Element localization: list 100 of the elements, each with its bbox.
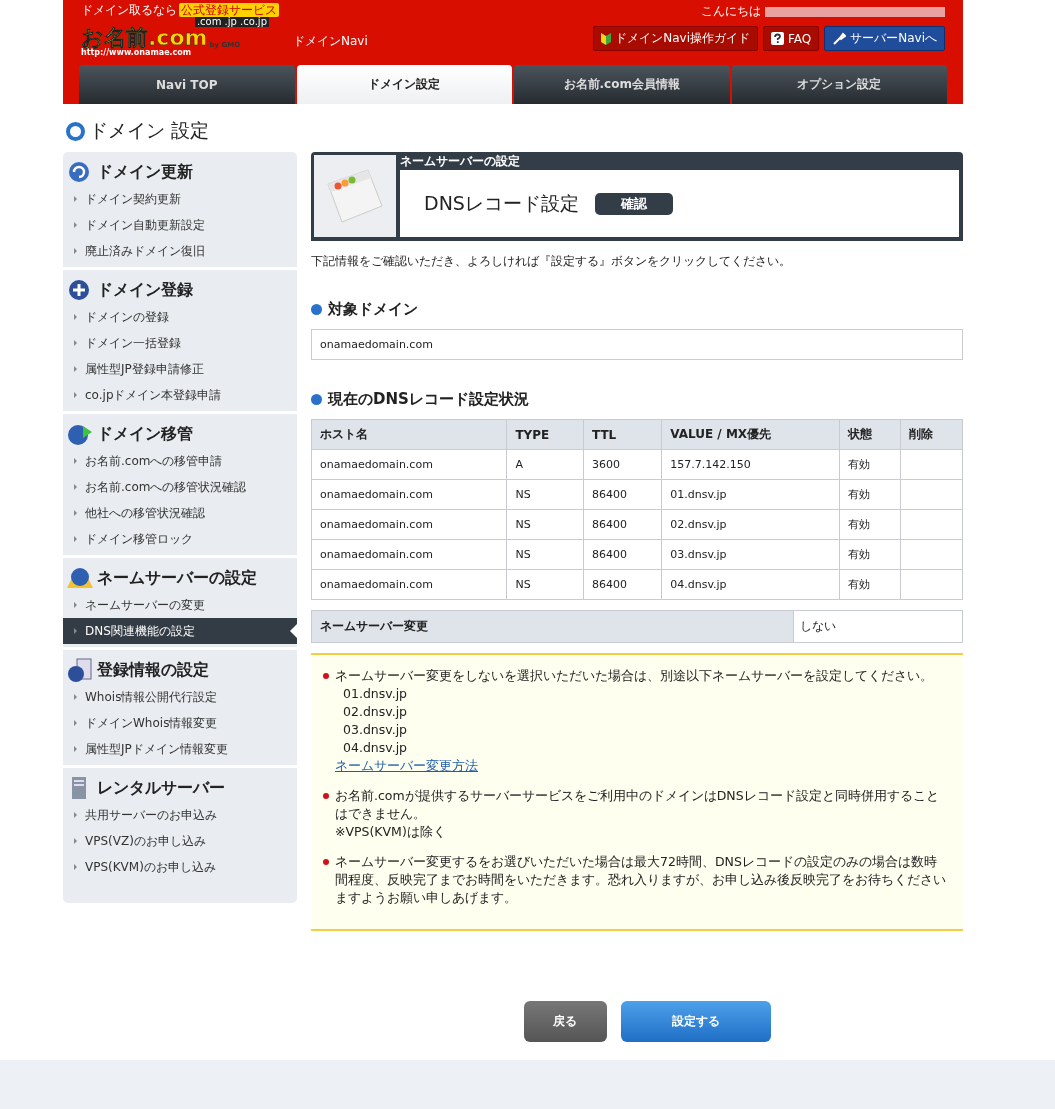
- globe-icon: [67, 566, 93, 590]
- ring-icon: [66, 121, 85, 141]
- section-heading: 対象ドメイン: [328, 300, 418, 319]
- submit-button[interactable]: 設定する: [620, 1001, 771, 1042]
- table-cell: 有効: [839, 539, 901, 570]
- table-cell: A: [506, 449, 584, 480]
- table-cell: 86400: [583, 479, 662, 510]
- sidebar-link[interactable]: DNS関連機能の設定: [63, 618, 297, 644]
- sidebar-link[interactable]: ネームサーバーの変更: [63, 592, 297, 618]
- table-cell: 01.dnsv.jp: [661, 479, 840, 510]
- logo-tagline: ドメイン取るなら: [81, 3, 177, 18]
- section-title: ドメイン更新: [97, 161, 193, 183]
- table-cell: 157.7.142.150: [661, 449, 840, 480]
- column-header: TTL: [583, 419, 662, 450]
- question-icon: [771, 32, 784, 45]
- field-label: ネームサーバー変更: [312, 611, 794, 642]
- nav-tab[interactable]: お名前.com会員情報: [514, 65, 730, 104]
- server-name: 02.dnsv.jp: [342, 703, 409, 721]
- sidebar-link[interactable]: VPS(KVM)のお申し込み: [63, 854, 297, 880]
- table-cell: 02.dnsv.jp: [661, 509, 840, 540]
- instruction-text: 下記情報をご確認いただき、よろしければ『設定する』ボタンをクリックしてください。: [311, 253, 792, 270]
- header-link[interactable]: ドメインNavi操作ガイド: [593, 26, 758, 51]
- sidebar-link[interactable]: 他社への移管状況確認: [63, 500, 297, 526]
- server-name: 04.dnsv.jp: [342, 739, 409, 757]
- note-text: ネームサーバー変更をしないを選択いただいた場合は、別途以下ネームサーバーを設定してください。: [335, 667, 933, 685]
- table-cell: NS: [506, 539, 584, 570]
- server-name: 03.dnsv.jp: [342, 721, 409, 739]
- note-text: ※VPS(KVM)は除く: [335, 823, 447, 841]
- domain-value: onamaedomain.com: [311, 329, 963, 360]
- step-badge: 確認: [594, 192, 673, 215]
- sidebar-link[interactable]: ドメイン移管ロック: [63, 526, 297, 552]
- section-title: ドメイン移管: [97, 423, 193, 445]
- table-cell: 03.dnsv.jp: [661, 539, 840, 570]
- table-cell: 有効: [839, 569, 901, 600]
- sidebar-link[interactable]: ドメインの登録: [63, 304, 297, 330]
- table-cell: 有効: [839, 449, 901, 480]
- sidebar-link[interactable]: お名前.comへの移管状況確認: [63, 474, 297, 500]
- server-name: 01.dnsv.jp: [342, 685, 409, 703]
- note-text: お名前.comが提供するサーバーサービスをご利用中のドメインはDNSレコード設定と同時併用することはできません。: [335, 787, 940, 823]
- table-cell: 有効: [839, 509, 901, 540]
- table-cell: NS: [506, 509, 584, 540]
- sidebar-link[interactable]: 属性型JP登録申請修正: [63, 356, 297, 382]
- wrench-icon: [832, 31, 847, 46]
- sidebar-link[interactable]: ドメイン一括登録: [63, 330, 297, 356]
- column-header: ホスト名: [311, 419, 507, 450]
- table-cell: 04.dnsv.jp: [661, 569, 840, 600]
- panel-category: ネームサーバーの設定: [400, 155, 521, 170]
- bullet-icon: [311, 394, 322, 405]
- header-link[interactable]: FAQ: [763, 26, 820, 51]
- sidebar-link[interactable]: Whois情報公開代行設定: [63, 684, 297, 710]
- sidebar-link[interactable]: お名前.comへの移管申請: [63, 448, 297, 474]
- app-name: ドメインNavi: [293, 33, 368, 50]
- sidebar-link[interactable]: ドメインWhois情報変更: [63, 710, 297, 736]
- logo-badge: 公式登録サービス: [179, 3, 279, 18]
- table-cell: 86400: [583, 569, 662, 600]
- bullet-icon: [311, 304, 322, 315]
- sidebar-link[interactable]: 廃止済みドメイン復旧: [63, 238, 297, 264]
- field-value: しない: [799, 618, 837, 635]
- section-title: 登録情報の設定: [97, 659, 209, 681]
- panel-title: DNSレコード設定: [424, 190, 579, 216]
- table-cell: onamaedomain.com: [311, 569, 507, 600]
- nav-tab[interactable]: ドメイン設定: [296, 65, 512, 104]
- table-cell: NS: [506, 479, 584, 510]
- table-cell: NS: [506, 569, 584, 600]
- nav-tab[interactable]: Navi TOP: [79, 65, 295, 104]
- page-title: ドメイン 設定: [89, 118, 210, 143]
- sidebar-link[interactable]: ドメイン契約更新: [63, 186, 297, 212]
- sidebar-link[interactable]: co.jpドメイン本登録申請: [63, 382, 297, 408]
- table-cell: 86400: [583, 539, 662, 570]
- note-text: ネームサーバー変更するをお選びいただいた場合は最大72時間、DNSレコードの設定のみの場合は数時間程度、反映完了までお時間をいただきます。恐れ入りますが、お申し込み後反映完了をお待ちくださいますようお願い申しあげます。: [335, 853, 947, 907]
- section-title: ドメイン登録: [97, 279, 193, 301]
- sidebar-link[interactable]: ドメイン自動更新設定: [63, 212, 297, 238]
- header-link[interactable]: サーバーNaviへ: [824, 26, 945, 51]
- table-cell: onamaedomain.com: [311, 479, 507, 510]
- table-cell: 3600: [583, 449, 662, 480]
- table-cell: onamaedomain.com: [311, 449, 507, 480]
- sidebar-link[interactable]: 共用サーバーのお申込み: [63, 802, 297, 828]
- table-cell: 有効: [839, 479, 901, 510]
- column-header: 状態: [839, 419, 901, 450]
- bullet-icon: [323, 859, 329, 865]
- table-cell: onamaedomain.com: [311, 539, 507, 570]
- leaf-icon: [601, 32, 612, 45]
- logo-url: http://www.onamae.com: [81, 49, 193, 58]
- bullet-icon: [323, 793, 329, 799]
- section-heading: 現在のDNSレコード設定状況: [328, 390, 529, 409]
- nav-tab[interactable]: オプション設定: [731, 65, 947, 104]
- column-header: VALUE / MX優先: [661, 419, 840, 450]
- sidebar-link[interactable]: VPS(VZ)のお申し込み: [63, 828, 297, 854]
- sidebar-link[interactable]: 属性型JPドメイン情報変更: [63, 736, 297, 762]
- table-cell: 86400: [583, 509, 662, 540]
- section-title: レンタルサーバー: [97, 777, 225, 799]
- greeting-text: こんにちは: [701, 3, 761, 20]
- bullet-icon: [323, 673, 329, 679]
- help-link[interactable]: ネームサーバー変更方法: [335, 758, 478, 773]
- back-button[interactable]: 戻る: [523, 1001, 607, 1042]
- column-header: 削除: [900, 419, 963, 450]
- column-header: TYPE: [506, 419, 584, 450]
- logo-tlds: .com .jp .co.jp: [194, 17, 269, 28]
- section-title: ネームサーバーの設定: [97, 567, 257, 589]
- globe-arrow-icon: [67, 422, 93, 446]
